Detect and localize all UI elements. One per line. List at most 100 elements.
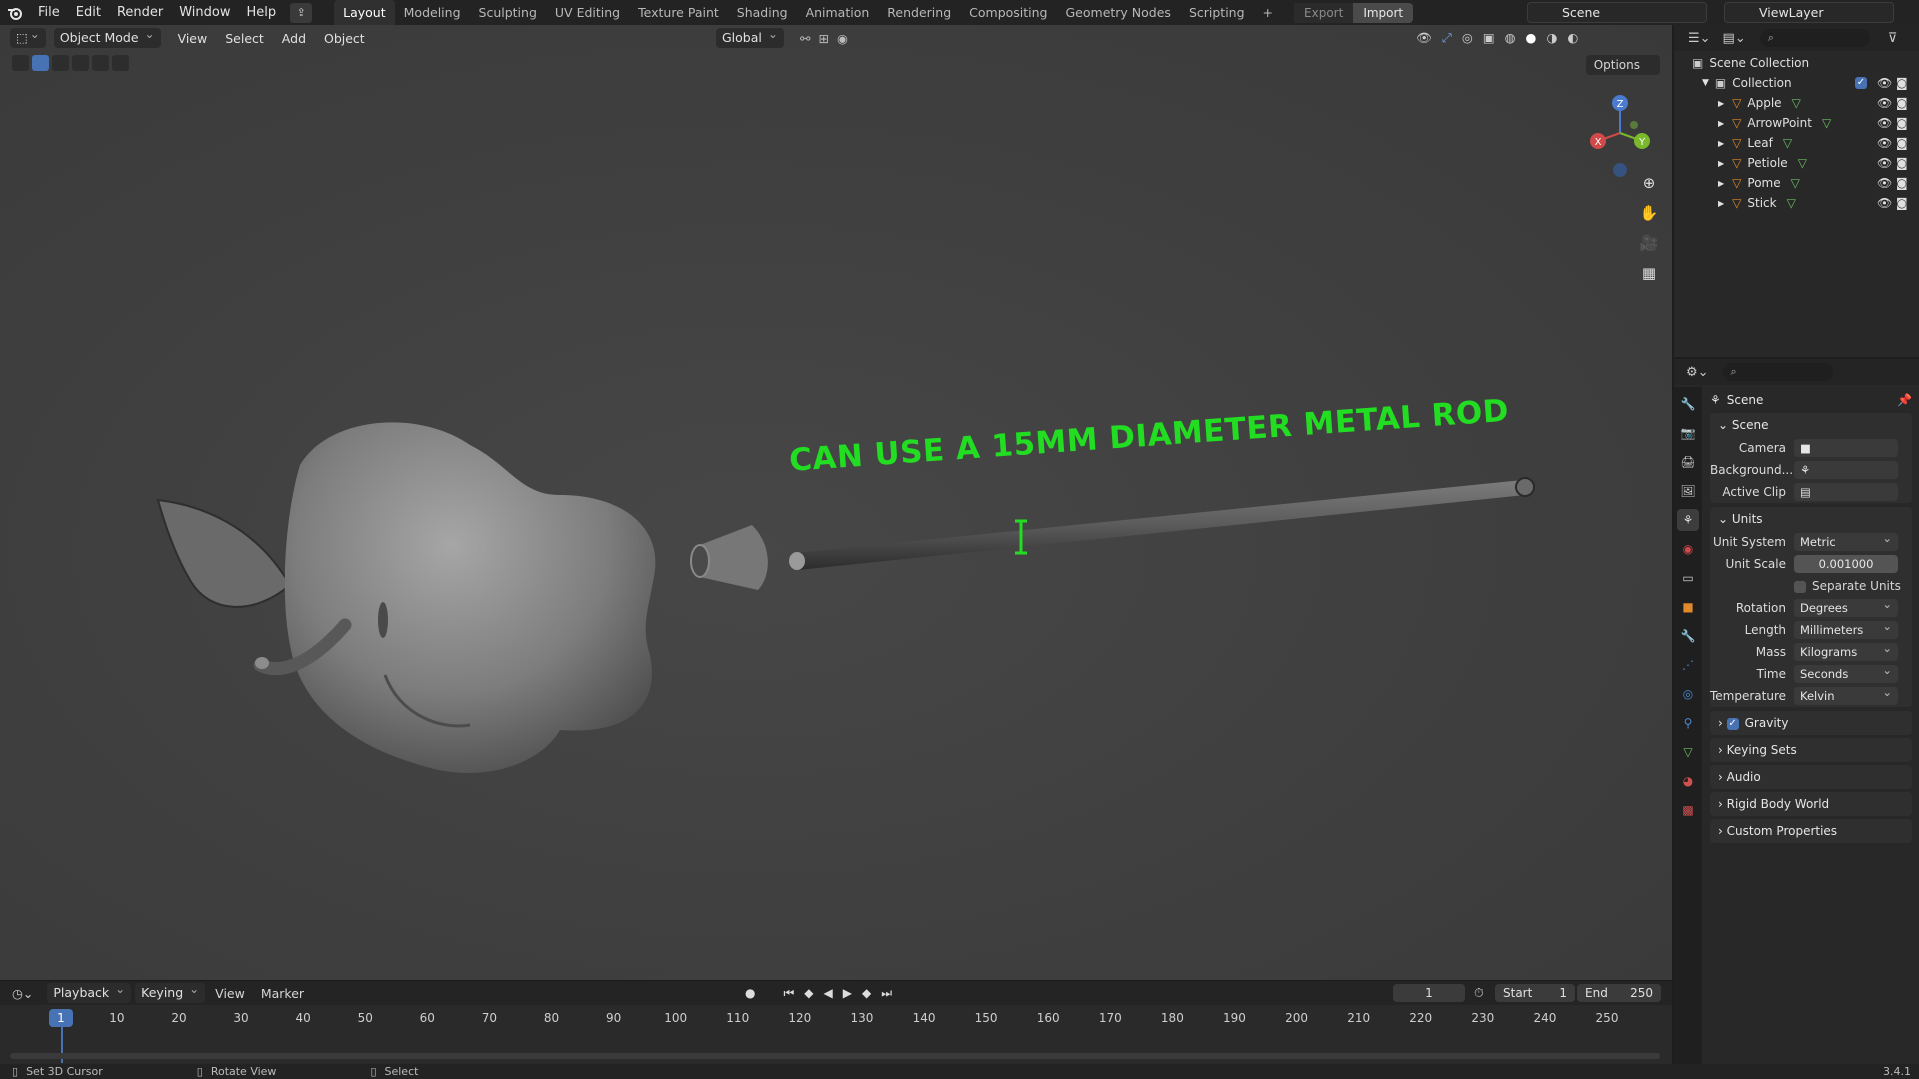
eye-icon[interactable]: 👁 [1877,116,1892,130]
menu-edit[interactable]: Edit [68,5,109,20]
tab-compositing[interactable]: Compositing [960,0,1056,25]
tab-modeling[interactable]: Modeling [395,0,470,25]
texture-tab-icon[interactable]: ▩ [1677,799,1699,821]
time-select[interactable]: Seconds [1794,661,1898,683]
outliner-object-row[interactable]: ▶ ▽ Stick ▽ 👁 ◙ [1674,193,1919,213]
camera-icon[interactable]: ◙ [1896,156,1908,170]
camera-icon[interactable]: ◙ [1896,176,1908,190]
expand-arrow-icon[interactable]: ▼ [1702,78,1709,88]
scene-tab-icon[interactable]: ⚘ [1677,509,1699,531]
import-button[interactable]: Import [1353,2,1414,23]
expand-arrow-icon[interactable]: ▶ [1718,199,1724,208]
data-tab-icon[interactable]: ▽ [1677,741,1699,763]
camera-icon[interactable]: ◙ [1896,136,1908,150]
world-tab-icon[interactable]: ◉ [1677,538,1699,560]
eye-icon[interactable]: 👁 [1877,136,1892,150]
timeline-editor-type-icon[interactable]: ◷⌄ [12,986,33,1001]
scene-panel-header[interactable]: ⌄ Scene [1710,413,1912,437]
eye-icon[interactable]: 👁 [1877,96,1892,110]
outliner-object-row[interactable]: ▶ ▽ ArrowPoint ▽ 👁 ◙ [1674,113,1919,133]
outliner-object-row[interactable]: ▶ ▽ Petiole ▽ 👁 ◙ [1674,153,1919,173]
unit-scale-field[interactable]: 0.001000 [1794,555,1898,573]
camera-icon[interactable]: ◙ [1896,116,1908,130]
current-frame-indicator[interactable]: 1 [49,1009,73,1027]
gravity-panel-header[interactable]: › ✓ Gravity [1710,711,1912,735]
temperature-select[interactable]: Kelvin [1794,683,1898,705]
menu-marker[interactable]: Marker [255,986,310,1001]
rotation-select[interactable]: Degrees [1794,595,1898,617]
tab-uv-editing[interactable]: UV Editing [546,0,629,25]
upload-icon[interactable]: ⇪ [290,2,313,23]
menu-timeline-view[interactable]: View [205,986,255,1001]
particles-tab-icon[interactable]: ⋰ [1677,654,1699,676]
active-clip-field[interactable]: ▤ [1794,483,1898,501]
eye-icon[interactable]: 👁 [1877,176,1892,190]
3d-viewport[interactable]: ⬚ Object Mode View Select Add Object Glo… [0,24,1672,980]
collection-checkbox[interactable]: ✓ [1855,77,1867,89]
eye-icon[interactable]: 👁 [1877,76,1892,90]
expand-arrow-icon[interactable]: ▶ [1718,139,1724,148]
play-reverse-icon[interactable]: ◀ [824,986,833,1001]
outliner-object-row[interactable]: ▶ ▽ Leaf ▽ 👁 ◙ [1674,133,1919,153]
object-tab-icon[interactable]: ■ [1677,596,1699,618]
expand-arrow-icon[interactable]: ▶ [1718,99,1724,108]
play-icon[interactable]: ▶ [843,986,852,1001]
export-button[interactable]: Export [1294,2,1354,23]
outliner-object-row[interactable]: ▶ ▽ Apple ▽ 👁 ◙ [1674,93,1919,113]
tab-geometry-nodes[interactable]: Geometry Nodes [1057,0,1180,25]
menu-render[interactable]: Render [109,5,171,20]
expand-arrow-icon[interactable]: ▶ [1718,119,1724,128]
expand-arrow-icon[interactable]: ▶ [1718,179,1724,188]
jump-start-icon[interactable]: ⏮ [783,986,794,1001]
background-scene-field[interactable]: ⚘ [1794,461,1898,479]
output-tab-icon[interactable]: 🖨 [1677,451,1699,473]
eye-icon[interactable]: 👁 [1877,196,1892,210]
keying-sets-panel-header[interactable]: › Keying Sets [1710,738,1912,762]
current-frame-field[interactable]: 1 [1393,984,1465,1002]
menu-help[interactable]: Help [239,5,285,20]
length-select[interactable]: Millimeters [1794,617,1898,639]
eye-icon[interactable]: 👁 [1877,156,1892,170]
material-tab-icon[interactable]: ◕ [1677,770,1699,792]
tool-tab-icon[interactable]: 🔧 [1677,393,1699,415]
jump-end-icon[interactable]: ⏭ [881,986,892,1001]
menu-window[interactable]: Window [171,5,238,20]
prev-keyframe-icon[interactable]: ◆ [804,986,813,1001]
physics-tab-icon[interactable]: ◎ [1677,683,1699,705]
menu-file[interactable]: File [30,5,68,20]
add-workspace-icon[interactable]: + [1254,0,1282,25]
tab-shading[interactable]: Shading [728,0,797,25]
mass-select[interactable]: Kilograms [1794,639,1898,661]
properties-editor[interactable]: ⚙⌄ ⌕ 🔧 📷 🖨 🖼 ⚘ ◉ ▭ ■ 🔧 ⋰ ◎ ⚲ ▽ ◕ ▩ ⚘ Scen… [1674,359,1919,1064]
camera-icon[interactable]: ◙ [1896,76,1908,90]
scene-selector[interactable]: Scene [1527,2,1707,23]
custom-properties-panel-header[interactable]: › Custom Properties [1710,819,1912,843]
pin-icon[interactable]: 📌 [1897,387,1912,413]
collection-tab-icon[interactable]: ▭ [1677,567,1699,589]
camera-icon[interactable]: ◙ [1896,96,1908,110]
camera-field[interactable]: ■ [1794,439,1898,457]
properties-search-input[interactable]: ⌕ [1722,363,1833,381]
constraints-tab-icon[interactable]: ⚲ [1677,712,1699,734]
outliner-editor-type-icon[interactable]: ☰⌄ [1688,31,1711,46]
keying-dropdown[interactable]: Keying [135,979,206,1003]
next-keyframe-icon[interactable]: ◆ [862,986,871,1001]
outliner-search-input[interactable]: ⌕ [1759,29,1870,47]
unit-system-select[interactable]: Metric [1794,529,1898,551]
outliner[interactable]: ☰⌄ ▤⌄ ⌕ ⊽ ▣ Scene Collection ▼ ▣ Collect… [1674,25,1919,357]
tab-layout[interactable]: Layout [334,0,395,25]
playback-dropdown[interactable]: Playback [47,979,132,1003]
end-frame-field[interactable]: End 250 [1577,984,1661,1002]
filter-icon[interactable]: ⊽ [1888,31,1898,46]
units-panel-header[interactable]: ⌄ Units [1710,507,1912,531]
outliner-object-row[interactable]: ▶ ▽ Pome ▽ 👁 ◙ [1674,173,1919,193]
expand-arrow-icon[interactable]: ▶ [1718,159,1724,168]
tab-rendering[interactable]: Rendering [878,0,960,25]
render-tab-icon[interactable]: 📷 [1677,422,1699,444]
frame-ruler[interactable]: 10 20 30 40 50 60 70 80 90 100 110 120 130 140 150 160 1… [0,1009,1672,1029]
display-mode-icon[interactable]: ▤⌄ [1723,31,1746,46]
properties-editor-type-icon[interactable]: ⚙⌄ [1686,365,1709,380]
tab-sculpting[interactable]: Sculpting [470,0,546,25]
tab-scripting[interactable]: Scripting [1180,0,1254,25]
separate-units-checkbox[interactable]: Separate Units [1794,579,1901,593]
